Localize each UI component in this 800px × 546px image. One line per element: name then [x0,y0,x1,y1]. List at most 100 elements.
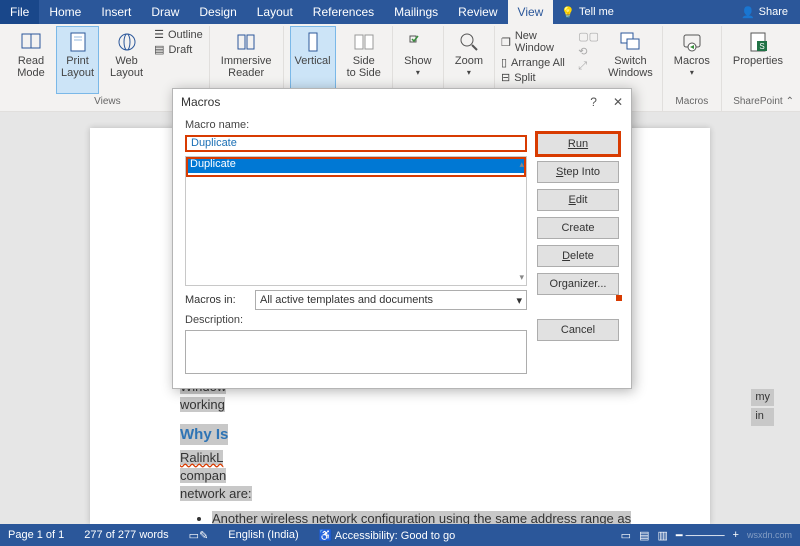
status-words[interactable]: 277 of 277 words [84,529,168,541]
new-window-button[interactable]: ❐ New Window [501,30,572,54]
delete-button[interactable]: Delete [537,245,619,267]
description-box[interactable] [185,330,527,374]
close-button[interactable]: ✕ [613,95,623,109]
status-page[interactable]: Page 1 of 1 [8,529,64,541]
macros-in-label: Macros in: [185,294,247,306]
show-label: Show [404,55,432,67]
tab-mailings[interactable]: Mailings [384,0,448,24]
arrange-all-button[interactable]: ▯ Arrange All [501,56,572,69]
organizer-button[interactable]: Organizer... [537,273,619,295]
run-button[interactable]: Run [537,133,619,155]
organizer-label: Organizer... [550,278,607,290]
accessibility-icon: ♿ [319,530,333,542]
chevron-down-icon: ▾ [467,69,471,78]
macros-in-select[interactable]: All active templates and documents ▾ [255,290,527,310]
web-layout-button[interactable]: Web Layout [105,26,148,94]
side-to-side-button[interactable]: Side to Side [342,26,386,94]
web-layout-label: Web Layout [110,55,143,79]
status-spellcheck-icon[interactable]: ▭✎ [189,529,209,542]
group-macros: Macros▾ Macros [663,26,722,111]
tab-layout[interactable]: Layout [247,0,303,24]
heading-2: Why Is [180,424,228,445]
tab-references[interactable]: References [303,0,384,24]
group-sharepoint: SProperties SharePoint [722,26,794,111]
macros-in-value: All active templates and documents [260,294,433,306]
new-window-icon: ❐ [501,36,511,49]
macro-name-label: Macro name: [185,119,527,131]
properties-label: Properties [733,55,783,67]
collapse-ribbon-icon[interactable]: ⌃ [786,96,794,107]
chevron-down-icon: ▾ [690,69,694,78]
chevron-down-icon: ▾ [516,294,522,307]
draft-button[interactable]: ▤Draft [154,43,203,56]
step-into-button[interactable]: Step Into [537,161,619,183]
print-layout-icon [67,31,89,53]
watermark: wsxdn.com [747,530,792,540]
vertical-button[interactable]: Vertical [290,26,336,94]
status-language[interactable]: English (India) [228,529,298,541]
edit-button[interactable]: Edit [537,189,619,211]
view-print-icon[interactable]: ▤ [639,529,649,542]
new-window-label: New Window [515,30,572,54]
view-focus-icon[interactable]: ▭ [621,529,631,542]
tab-home[interactable]: Home [39,0,91,24]
delete-label: Delete [562,250,594,262]
tab-design[interactable]: Design [189,0,246,24]
immersive-reader-icon [235,31,257,53]
macro-list-item-selected[interactable]: Duplicate [186,157,526,173]
status-bar: Page 1 of 1 277 of 277 words ▭✎ English … [0,524,800,546]
switch-windows-button[interactable]: Switch Windows [605,26,656,94]
zoom-level[interactable]: wsxdn.com 100% [747,529,792,541]
show-button[interactable]: Show▾ [399,26,437,94]
share-button[interactable]: 👤 Share [729,0,800,24]
arrange-all-icon: ▯ [501,56,507,69]
scroll-up-icon[interactable]: ▴ [519,159,524,170]
lightbulb-icon: 💡 [561,6,575,19]
svg-text:S: S [759,42,764,51]
margin-tag-2: in [751,408,774,425]
tab-review[interactable]: Review [448,0,507,24]
resize-handle-highlight [616,295,622,301]
tab-view[interactable]: View [508,0,554,24]
side-to-side-label: Side to Side [347,55,381,79]
view-web-icon[interactable]: ▥ [657,529,667,542]
tab-draw[interactable]: Draw [141,0,189,24]
macros-dialog: Macros ? ✕ Macro name: Duplicate Duplica… [172,88,632,389]
draft-icon: ▤ [154,43,164,56]
show-icon [407,31,429,53]
zoom-out-button[interactable]: ━ ───── [676,529,725,542]
properties-button[interactable]: S Properties [728,26,788,94]
print-layout-label: Print Layout [61,55,94,79]
status-accessibility-label: Accessibility: Good to go [335,530,455,542]
help-button[interactable]: ? [590,95,597,109]
macros-button[interactable]: Macros▾ [669,26,715,94]
cancel-button[interactable]: Cancel [537,319,619,341]
read-mode-button[interactable]: Read Mode [12,26,50,94]
macro-list[interactable]: Duplicate ▴ ▾ [185,156,527,286]
zoom-label: Zoom [455,55,483,67]
list-item-text: Another wireless network configuration u… [212,511,631,525]
scroll-down-icon[interactable]: ▾ [519,272,524,283]
tab-file[interactable]: File [0,0,39,24]
split-button[interactable]: ⊟Split [501,71,572,84]
create-button[interactable]: Create [537,217,619,239]
macro-name-input[interactable]: Duplicate [185,135,527,152]
list-item: Another wireless network configuration u… [212,510,650,525]
zoom-button[interactable]: Zoom ▾ [450,26,488,94]
arrange-all-label: Arrange All [511,57,565,69]
share-icon: 👤 [741,6,755,19]
group-views-label: Views [94,94,121,109]
tell-me[interactable]: 💡 Tell me [553,0,622,24]
print-layout-button[interactable]: Print Layout [56,26,99,94]
dialog-titlebar: Macros ? ✕ [173,89,631,115]
outline-button[interactable]: ☰Outline [154,28,203,41]
dialog-title: Macros [181,95,220,109]
run-label: Run [568,138,588,150]
para-line: network are: [180,486,252,501]
immersive-reader-button[interactable]: Immersive Reader [216,26,277,94]
tell-me-label: Tell me [579,6,614,18]
tab-insert[interactable]: Insert [91,0,141,24]
status-accessibility[interactable]: ♿ Accessibility: Good to go [319,529,456,542]
properties-icon: S [747,31,769,53]
zoom-in-button[interactable]: + [733,529,739,541]
